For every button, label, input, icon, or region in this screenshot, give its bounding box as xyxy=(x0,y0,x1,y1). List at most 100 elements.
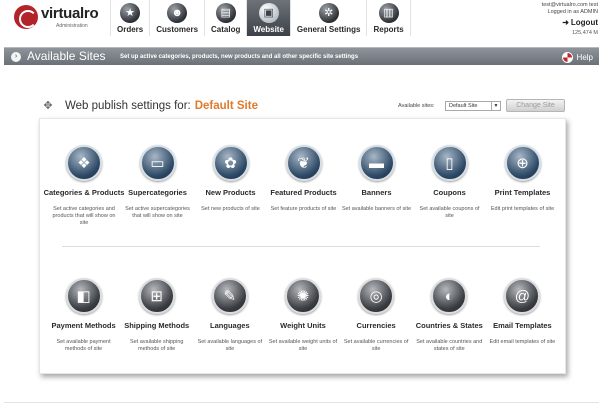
user-email: test@virtualro.com test xyxy=(541,2,598,8)
nav-label: Catalog xyxy=(211,25,241,34)
storage-usage: 125,474 M xyxy=(572,30,598,36)
nav-item-customers[interactable]: ☻ Customers xyxy=(149,0,204,36)
shipping-icon: ⊞ xyxy=(138,278,175,314)
nav-item-general-settings[interactable]: ✲ General Settings xyxy=(289,0,367,36)
gears-icon: ✺ xyxy=(284,278,321,314)
categories-products-icon: ❖ xyxy=(66,145,102,181)
tile-coupons[interactable]: ▯ Coupons Set available coupons of site xyxy=(413,145,486,227)
users-icon: ☻ xyxy=(167,3,188,23)
tile-description: Set available banners of site xyxy=(341,206,412,212)
top-bar: virtualro Administration ★ Orders ☻ Cust… xyxy=(0,0,603,36)
print-template-icon: ⊕ xyxy=(504,145,541,181)
tile-supercategories[interactable]: ▭ Supercategories Set active supercatego… xyxy=(121,145,194,227)
catalog-icon: ▤ xyxy=(215,3,236,23)
tile-row-configuration: ◧ Payment Methods Set available payment … xyxy=(47,278,559,353)
at-sign-icon: @ xyxy=(504,278,541,314)
brand-logo-icon xyxy=(14,5,38,29)
tile-title: Supercategories xyxy=(128,188,187,197)
brand-name: virtualro xyxy=(41,5,99,22)
footer-divider xyxy=(4,402,599,403)
new-products-icon: ✿ xyxy=(212,145,249,181)
tile-categories-products[interactable]: ❖ Categories & Products Set active categ… xyxy=(44,145,124,227)
page-title: Available Sites xyxy=(27,49,106,63)
change-site-button[interactable]: Change Site xyxy=(506,99,565,112)
logout-label: Logout xyxy=(570,18,598,27)
tile-featured-products[interactable]: ❦ Featured Products Set feature products… xyxy=(267,145,340,227)
tile-description: Set feature products of site xyxy=(270,206,337,212)
nav-label: General Settings xyxy=(296,25,361,34)
star-icon: ★ xyxy=(120,3,141,23)
site-select-value: Default Site xyxy=(449,103,478,109)
nav-item-website[interactable]: ▣ Website xyxy=(246,0,290,36)
tile-payment-methods[interactable]: ◧ Payment Methods Set available payment … xyxy=(47,278,120,353)
tile-description: Set available currencies of site xyxy=(343,339,409,352)
tile-shipping-methods[interactable]: ⊞ Shipping Methods Set available shippin… xyxy=(120,278,193,353)
tile-description: Set available weight units of site xyxy=(268,339,338,352)
folder-icon: ▭ xyxy=(139,145,176,181)
help-icon xyxy=(561,51,573,63)
chevron-right-icon: › xyxy=(11,52,21,62)
featured-products-icon: ❦ xyxy=(285,145,322,181)
tile-description: Edit print templates of site xyxy=(490,206,555,212)
tile-description: Set available countries and states of si… xyxy=(416,339,483,352)
user-status: Logged in as ADMIN xyxy=(547,9,598,15)
nav-label: Customers xyxy=(156,25,199,34)
help-label: Help xyxy=(576,52,593,62)
tile-countries-states[interactable]: ◐ Countries & States Set available count… xyxy=(413,278,486,353)
tile-title: Shipping Methods xyxy=(124,321,190,330)
chart-icon: ▥ xyxy=(378,3,399,23)
tile-title: New Products xyxy=(205,188,256,197)
main-nav: ★ Orders ☻ Customers ▤ Catalog ▣ Website… xyxy=(110,0,411,36)
section-title-bar: › Available Sites Set up active categori… xyxy=(4,47,599,65)
tile-title: Payment Methods xyxy=(51,321,116,330)
tile-languages[interactable]: ✎ Languages Set available languages of s… xyxy=(193,278,266,353)
tile-description: Set active supercategories that will sho… xyxy=(125,206,190,219)
tile-title: Countries & States xyxy=(415,321,483,330)
tile-description: Set available coupons of site xyxy=(419,206,480,219)
banner-icon: ▬ xyxy=(358,145,395,181)
nav-item-catalog[interactable]: ▤ Catalog xyxy=(204,0,246,36)
chevron-down-icon: ▼ xyxy=(491,102,500,110)
nav-label: Website xyxy=(253,25,284,34)
payment-icon: ◧ xyxy=(65,278,102,314)
tile-title: Weight Units xyxy=(280,321,326,330)
nav-item-orders[interactable]: ★ Orders xyxy=(110,0,149,36)
tile-title: Currencies xyxy=(356,321,396,330)
brand-subtitle: Administration xyxy=(56,23,88,29)
page-description: Set up active categories, products, new … xyxy=(120,54,359,60)
tile-divider xyxy=(62,246,540,247)
tile-title: Email Templates xyxy=(493,321,552,330)
tile-title: Banners xyxy=(361,188,392,197)
tile-title: Categories & Products xyxy=(43,188,125,197)
tile-title: Languages xyxy=(210,321,250,330)
tile-email-templates[interactable]: @ Email Templates Edit email templates o… xyxy=(486,278,559,353)
publish-label-text: Web publish settings for: xyxy=(65,100,191,112)
tile-description: Edit email templates of site xyxy=(489,339,556,345)
help-button[interactable]: Help xyxy=(561,50,593,64)
tile-print-templates[interactable]: ⊕ Print Templates Edit print templates o… xyxy=(486,145,559,227)
brand-logo[interactable]: virtualro Administration xyxy=(10,3,105,33)
gear-icon: ✲ xyxy=(318,3,339,23)
tile-description: Set active categories and products that … xyxy=(52,206,116,226)
tile-title: Print Templates xyxy=(494,188,551,197)
site-select[interactable]: Default Site ▼ xyxy=(445,101,501,111)
tile-description: Set available shipping methods of site xyxy=(129,339,184,352)
tile-row-content: ❖ Categories & Products Set active categ… xyxy=(44,145,559,227)
user-info: test@virtualro.com test Logged in as ADM… xyxy=(508,2,598,37)
current-site-name: Default Site xyxy=(194,100,258,112)
tile-currencies[interactable]: ◎ Currencies Set available currencies of… xyxy=(340,278,413,353)
tile-new-products[interactable]: ✿ New Products Set new products of site xyxy=(194,145,267,227)
website-icon: ▣ xyxy=(258,3,279,23)
tile-title: Coupons xyxy=(433,188,466,197)
tile-banners[interactable]: ▬ Banners Set available banners of site xyxy=(340,145,413,227)
publish-settings-header: ✥ Web publish settings for: Default Site … xyxy=(41,97,565,115)
nav-label: Reports xyxy=(373,25,404,34)
tile-title: Featured Products xyxy=(270,188,337,197)
available-sites-label: Available sites: xyxy=(398,103,435,109)
tile-weight-units[interactable]: ✺ Weight Units Set available weight unit… xyxy=(266,278,339,353)
nav-item-reports[interactable]: ▥ Reports xyxy=(366,0,411,36)
nav-label: Orders xyxy=(117,25,144,34)
currency-icon: ◎ xyxy=(358,278,395,314)
logout-button[interactable]: ➜ Logout xyxy=(508,18,598,28)
move-icon: ✥ xyxy=(43,100,53,112)
